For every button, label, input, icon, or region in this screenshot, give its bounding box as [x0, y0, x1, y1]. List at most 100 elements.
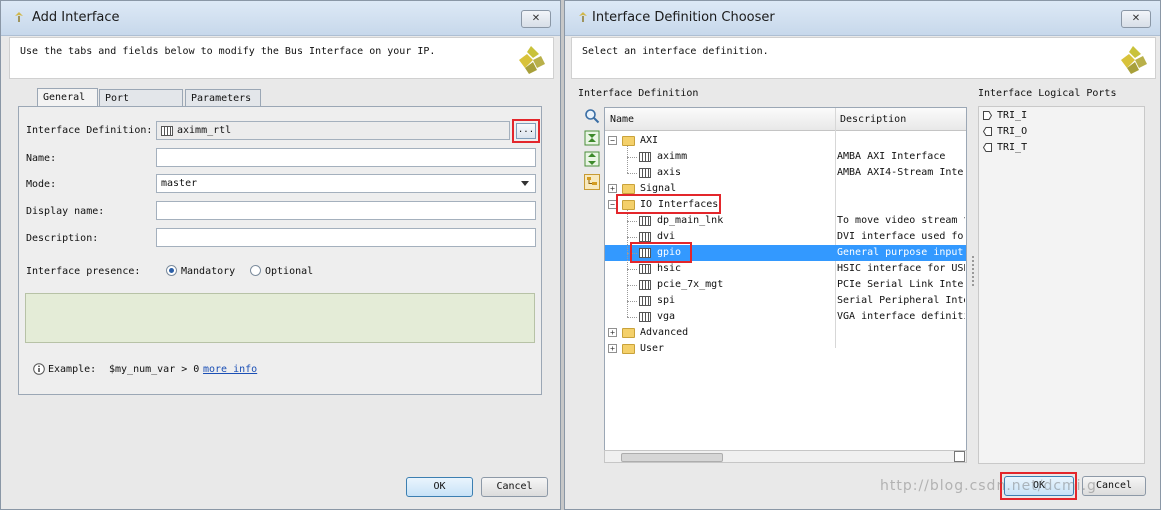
optional-radio[interactable]: [250, 265, 261, 276]
search-icon[interactable]: [584, 108, 600, 124]
add-interface-dialog: Add Interface ✕ Use the tabs and fields …: [0, 0, 561, 510]
description-input[interactable]: [156, 228, 536, 247]
bus-interface-icon: [639, 152, 651, 162]
tree-item-description: Serial Peripheral Inte: [837, 295, 965, 306]
folder-icon: [622, 200, 635, 210]
folder-icon: [622, 344, 635, 354]
interface-presence-label: Interface presence:: [26, 266, 141, 277]
expand-toggle-icon[interactable]: +: [608, 328, 617, 337]
splitter-handle[interactable]: [972, 256, 974, 286]
scrollbar-thumb[interactable]: [621, 453, 723, 462]
vivado-logo-icon: [1121, 46, 1147, 74]
tree-item-description: AMBA AXI4-Stream Inter: [837, 167, 965, 178]
banner-text: Use the tabs and fields below to modify …: [20, 46, 436, 57]
title-bar[interactable]: Interface Definition Chooser ✕: [565, 1, 1160, 36]
vivado-logo-icon: [519, 46, 545, 74]
tree-connector: [627, 157, 637, 158]
tree-item-description: PCIe Serial Link Inter: [837, 279, 965, 290]
mode-select[interactable]: master: [156, 174, 536, 193]
port-item[interactable]: TRI_T: [983, 140, 1027, 156]
tree-item-description: AMBA AXI Interface: [837, 151, 946, 162]
interface-definition-field: aximm_rtl: [156, 121, 510, 140]
tree-connector: [627, 210, 628, 317]
tree-connector: [627, 146, 628, 173]
port-name: TRI_I: [997, 110, 1028, 121]
mode-value: master: [161, 178, 198, 189]
tree-folder-row[interactable]: − IO Interfaces: [605, 197, 966, 213]
collapse-toggle-icon[interactable]: −: [608, 200, 617, 209]
tree-item-row[interactable]: pcie_7x_mgt PCIe Serial Link Inter: [605, 277, 966, 293]
output-port-icon: [983, 127, 992, 136]
folder-icon: [622, 136, 635, 146]
tree-item-description: DVI interface used for: [837, 231, 965, 242]
tree-item-row[interactable]: dp_main_lnk To move video stream t: [605, 213, 966, 229]
close-button[interactable]: ✕: [1121, 10, 1151, 28]
chevron-down-icon: [521, 181, 529, 186]
collapse-all-icon[interactable]: [584, 130, 600, 146]
tree-folder-row[interactable]: + Advanced: [605, 325, 966, 341]
tab-parameters[interactable]: Parameters: [185, 89, 261, 106]
tree-connector: [627, 253, 637, 254]
tab-port-mapping[interactable]: Port Mapping: [99, 89, 183, 121]
cancel-button[interactable]: Cancel: [481, 477, 548, 497]
interface-logical-ports-heading: Interface Logical Ports: [978, 88, 1117, 99]
browse-interface-button[interactable]: ...: [516, 123, 536, 139]
info-banner: Use the tabs and fields below to modify …: [9, 37, 554, 79]
port-name: TRI_T: [997, 142, 1028, 153]
name-input[interactable]: [156, 148, 536, 167]
tree-item-name: vga: [657, 311, 676, 322]
tree-item-name: AXI: [640, 135, 659, 146]
interface-tree[interactable]: Name Description − AXI aximm AMBA AXI Inter…: [604, 107, 967, 463]
tree-connector: [627, 317, 637, 318]
interface-definition-heading: Interface Definition: [578, 88, 699, 99]
folder-icon: [622, 184, 635, 194]
display-name-input[interactable]: [156, 201, 536, 220]
tree-item-row[interactable]: vga VGA interface definiti: [605, 309, 966, 325]
tree-item-name: User: [640, 343, 665, 354]
mandatory-label[interactable]: Mandatory: [181, 266, 235, 277]
tree-item-row[interactable]: axis AMBA AXI4-Stream Inter: [605, 165, 966, 181]
expand-toggle-icon[interactable]: +: [608, 344, 617, 353]
scroll-corner: [954, 451, 965, 462]
info-banner: Select an interface definition.: [571, 37, 1156, 79]
tree-folder-row[interactable]: + User: [605, 341, 966, 357]
tree-item-name: hsic: [657, 263, 682, 274]
tree-item-row[interactable]: hsic HSIC interface for USE: [605, 261, 966, 277]
info-icon: [33, 363, 45, 375]
tree-item-row[interactable]: aximm AMBA AXI Interface: [605, 149, 966, 165]
collapse-toggle-icon[interactable]: −: [608, 136, 617, 145]
tree-folder-row[interactable]: + Signal: [605, 181, 966, 197]
mandatory-radio[interactable]: [166, 265, 177, 276]
tree-item-row[interactable]: dvi DVI interface used for: [605, 229, 966, 245]
tree-connector: [627, 285, 637, 286]
tree-item-name: aximm: [657, 151, 688, 162]
column-description-header[interactable]: Description: [840, 114, 906, 125]
folder-icon: [622, 328, 635, 338]
horizontal-scrollbar[interactable]: [604, 450, 967, 463]
tree-item-row[interactable]: spi Serial Peripheral Inte: [605, 293, 966, 309]
column-name-header[interactable]: Name: [610, 114, 634, 125]
interface-definition-value: aximm_rtl: [177, 125, 232, 136]
hierarchy-view-icon[interactable]: [584, 174, 600, 190]
ok-button[interactable]: OK: [406, 477, 473, 497]
port-item[interactable]: TRI_I: [983, 108, 1027, 124]
display-name-label: Display name:: [26, 206, 105, 217]
tree-item-name: IO Interfaces: [640, 199, 719, 210]
input-port-icon: [983, 111, 992, 120]
expand-all-icon[interactable]: [584, 151, 600, 167]
title-bar[interactable]: Add Interface ✕: [1, 1, 560, 36]
tree-connector: [627, 237, 637, 238]
tree-item-name: gpio: [657, 247, 682, 258]
tree-folder-row[interactable]: − AXI: [605, 133, 966, 149]
tree-connector: [627, 173, 637, 174]
optional-label[interactable]: Optional: [265, 266, 313, 277]
example-prefix: Example:: [48, 364, 97, 375]
close-button[interactable]: ✕: [521, 10, 551, 28]
tree-item-row[interactable]: gpio General purpose input: [605, 245, 966, 261]
app-icon: [15, 12, 23, 22]
port-item[interactable]: TRI_O: [983, 124, 1027, 140]
tree-item-name: Advanced: [640, 327, 689, 338]
more-info-link[interactable]: more info: [203, 364, 257, 375]
tab-general[interactable]: General: [37, 88, 98, 107]
expand-toggle-icon[interactable]: +: [608, 184, 617, 193]
